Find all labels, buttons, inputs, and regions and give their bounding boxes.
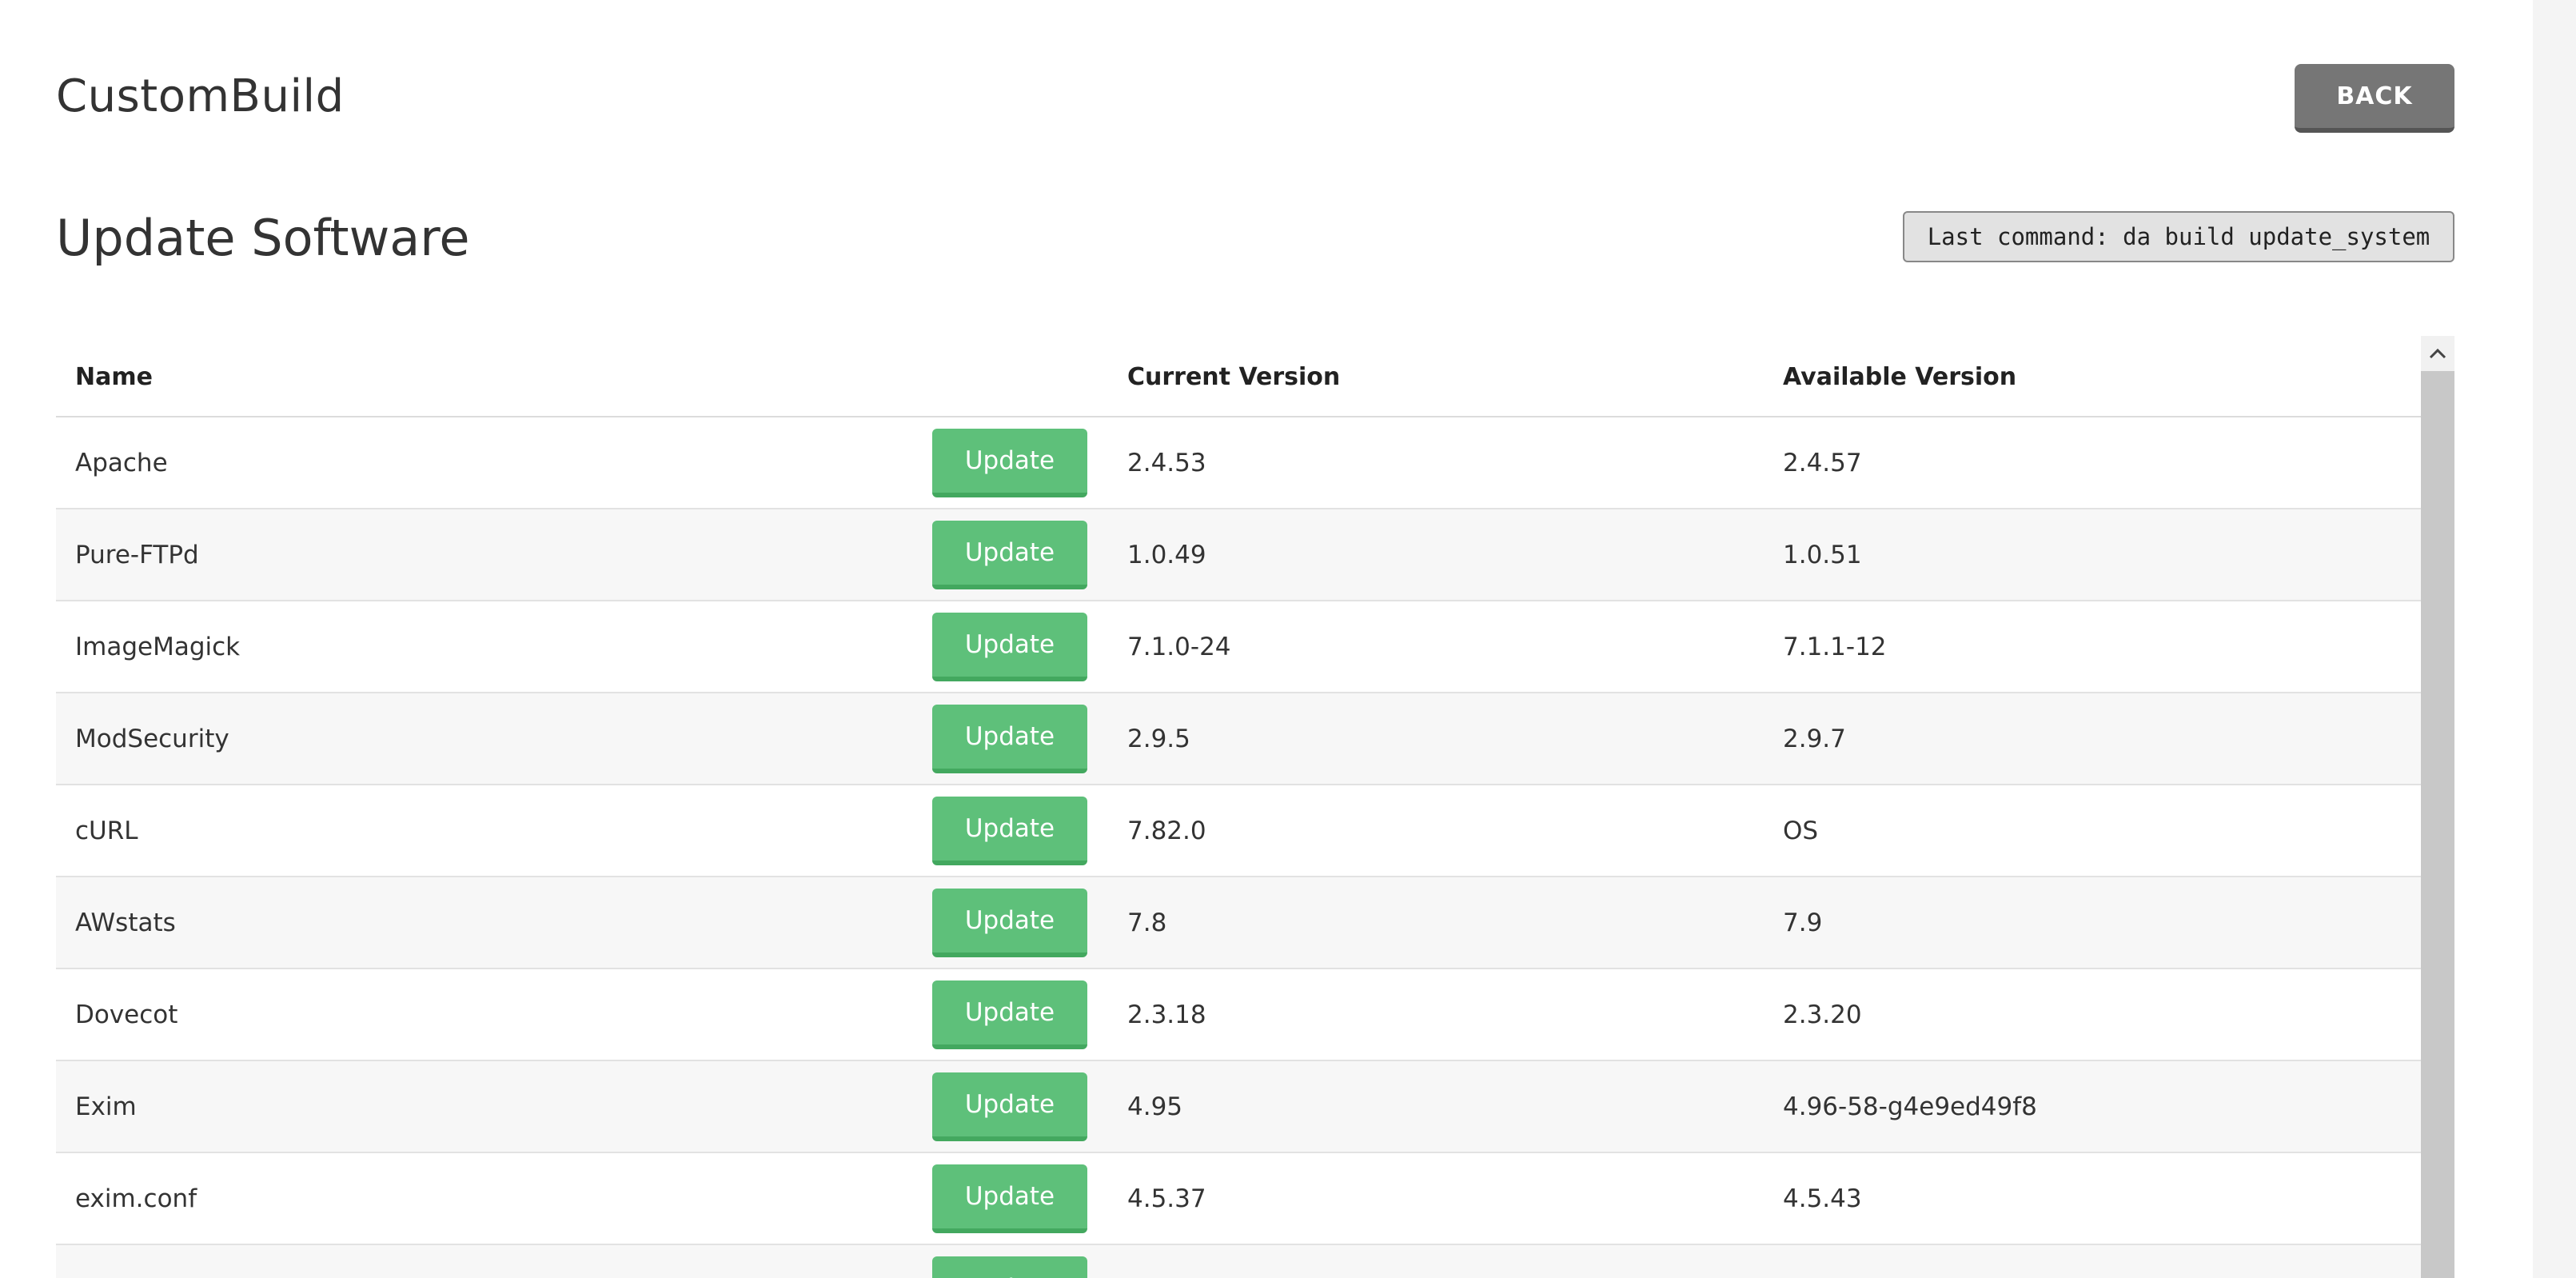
update-button[interactable]: Update: [932, 797, 1087, 865]
software-name: Exim: [75, 1092, 137, 1121]
table-row: Apache Update 2.4.53 2.4.57: [56, 417, 2421, 509]
update-button[interactable]: Update: [932, 1164, 1087, 1233]
update-button[interactable]: Update: [932, 1072, 1087, 1141]
update-button[interactable]: Update: [932, 889, 1087, 957]
current-version: 7.1.0-24: [1127, 632, 1231, 661]
available-version: 4.96-58-g4e9ed49f8: [1783, 1092, 2037, 1121]
update-button[interactable]: Update: [932, 705, 1087, 773]
software-name: AWstats: [75, 908, 176, 937]
software-name: Apache: [75, 448, 168, 477]
software-name: Pure-FTPd: [75, 540, 199, 569]
back-button[interactable]: BACK: [2295, 64, 2454, 133]
current-version: 1.0.49: [1127, 540, 1206, 569]
software-table-container: Name Current Version Available Version A…: [56, 336, 2454, 1278]
update-button[interactable]: Update: [932, 980, 1087, 1049]
page-title: Update Software: [56, 209, 470, 267]
column-header-current-version[interactable]: Current Version: [1127, 336, 1340, 417]
software-table: Name Current Version Available Version A…: [56, 336, 2421, 1278]
customBuild-page: CustomBuild BACK Update Software Last co…: [0, 0, 2576, 1278]
right-gutter: [2533, 0, 2576, 1278]
available-version: 2.9.7: [1783, 724, 1846, 753]
table-row: ModSecurity Update 2.9.5 2.9.7: [56, 693, 2421, 785]
scrollbar-thumb[interactable]: [2421, 371, 2454, 1278]
current-version: 7.82.0: [1127, 816, 1206, 845]
table-row: ImageMagick Update 7.1.0-24 7.1.1-12: [56, 601, 2421, 693]
available-version: 2.3.20: [1783, 1000, 1862, 1029]
current-version: 4.95: [1127, 1092, 1183, 1121]
software-name: Dovecot: [75, 1000, 178, 1029]
chevron-up-icon[interactable]: [2421, 336, 2454, 371]
table-header: Name Current Version Available Version: [56, 336, 2421, 417]
available-version: 7.9: [1783, 908, 1823, 937]
app-title: CustomBuild: [56, 70, 345, 122]
available-version: OS: [1783, 816, 1819, 845]
current-version: 2.4.53: [1127, 448, 1206, 477]
software-name: exim.conf: [75, 1184, 197, 1213]
available-version: 7.1.1-12: [1783, 632, 1887, 661]
current-version: 7.8: [1127, 908, 1167, 937]
update-button[interactable]: Update: [932, 613, 1087, 681]
software-name: cURL: [75, 816, 138, 845]
update-button[interactable]: Update: [932, 1256, 1087, 1278]
column-header-name[interactable]: Name: [75, 336, 153, 417]
current-version: 2.3.18: [1127, 1000, 1206, 1029]
table-row: Pure-FTPd Update 1.0.49 1.0.51: [56, 509, 2421, 601]
available-version: 4.5.43: [1783, 1184, 1862, 1213]
software-name: ImageMagick: [75, 632, 241, 661]
table-row: Dovecot Update 2.3.18 2.3.20: [56, 969, 2421, 1061]
vertical-scrollbar[interactable]: [2421, 336, 2454, 1278]
available-version: 1.0.51: [1783, 540, 1862, 569]
available-version: 2.4.57: [1783, 448, 1862, 477]
table-row: AWstats Update 7.8 7.9: [56, 877, 2421, 969]
last-command-badge: Last command: da build update_system: [1903, 211, 2454, 262]
table-row: cURL Update 7.82.0 OS: [56, 785, 2421, 877]
column-header-available-version[interactable]: Available Version: [1783, 336, 2016, 417]
software-name: ModSecurity: [75, 724, 229, 753]
current-version: 2.9.5: [1127, 724, 1190, 753]
table-row: Update: [56, 1245, 2421, 1278]
current-version: 4.5.37: [1127, 1184, 1206, 1213]
table-row: exim.conf Update 4.5.37 4.5.43: [56, 1153, 2421, 1245]
table-body: Apache Update 2.4.53 2.4.57 Pure-FTPd Update 1…: [56, 417, 2421, 1278]
update-button[interactable]: Update: [932, 521, 1087, 589]
update-button[interactable]: Update: [932, 429, 1087, 497]
table-row: Exim Update 4.95 4.96-58-g4e9ed49f8: [56, 1061, 2421, 1153]
